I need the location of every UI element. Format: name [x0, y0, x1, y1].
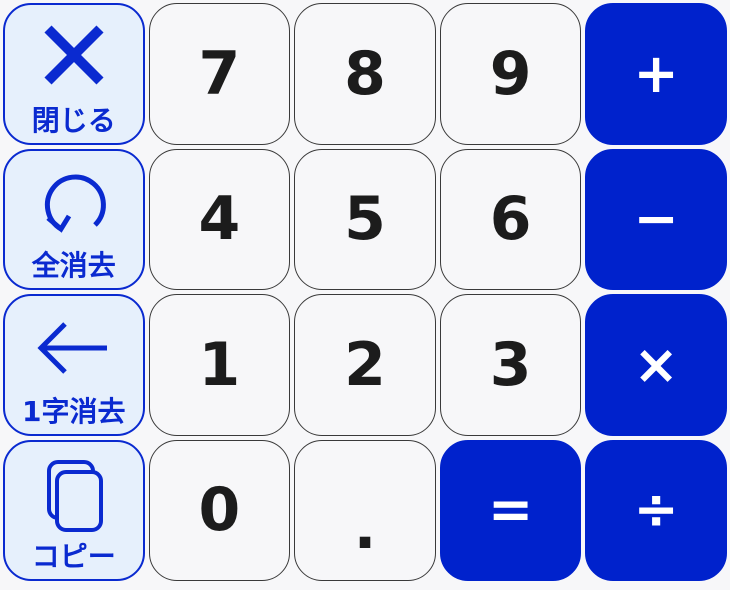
plus-button[interactable]: +	[585, 3, 727, 145]
digit-8-button[interactable]: 8	[294, 3, 436, 145]
equals-button[interactable]: =	[439, 439, 582, 581]
digit-1-button[interactable]: 1	[148, 294, 291, 436]
backspace-button-label: 1字消去	[22, 394, 126, 428]
calculator-keypad: 閉じる 7 8 9 + 全消去 4 5 6 − 1字消去 1 2 3 × コピー…	[0, 0, 730, 590]
digit-5-button[interactable]: 5	[294, 148, 436, 290]
close-button[interactable]: 閉じる	[3, 3, 145, 145]
digit-4-button[interactable]: 4	[148, 148, 291, 290]
digit-7-label: 7	[198, 38, 241, 109]
copy-icon	[46, 459, 103, 532]
digit-7-button[interactable]: 7	[148, 3, 291, 145]
clear-all-button[interactable]: 全消去	[3, 148, 145, 290]
copy-button-label: コピー	[31, 540, 116, 574]
minus-button[interactable]: −	[585, 148, 727, 290]
copy-button[interactable]: コピー	[3, 439, 145, 581]
divide-button[interactable]: ÷	[585, 439, 727, 581]
digit-8-label: 8	[344, 38, 386, 109]
minus-label: −	[633, 187, 679, 251]
plus-label: +	[633, 41, 679, 105]
digit-2-label: 2	[344, 329, 386, 400]
digit-6-label: 6	[489, 184, 532, 255]
digit-3-label: 3	[489, 329, 532, 400]
digit-2-button[interactable]: 2	[294, 294, 436, 436]
clear-all-button-label: 全消去	[31, 249, 116, 283]
multiply-button[interactable]: ×	[585, 294, 727, 436]
rotate-arrow-icon	[44, 174, 106, 233]
backspace-button[interactable]: 1字消去	[3, 294, 145, 436]
digit-9-button[interactable]: 9	[439, 3, 582, 145]
digit-9-label: 9	[489, 38, 532, 109]
digit-0-label: 0	[198, 475, 241, 546]
digit-6-button[interactable]: 6	[439, 148, 582, 290]
digit-5-label: 5	[344, 184, 386, 255]
digit-1-label: 1	[198, 329, 241, 400]
digit-4-label: 4	[198, 184, 241, 255]
close-button-label: 閉じる	[31, 103, 116, 137]
divide-label: ÷	[633, 478, 679, 542]
equals-label: =	[487, 478, 534, 542]
multiply-label: ×	[633, 332, 679, 396]
left-arrow-icon	[37, 322, 107, 374]
decimal-point-button[interactable]: .	[294, 439, 436, 581]
digit-0-button[interactable]: 0	[148, 439, 291, 581]
close-x-icon	[44, 25, 104, 85]
decimal-point-label: .	[353, 493, 377, 564]
digit-3-button[interactable]: 3	[439, 294, 582, 436]
